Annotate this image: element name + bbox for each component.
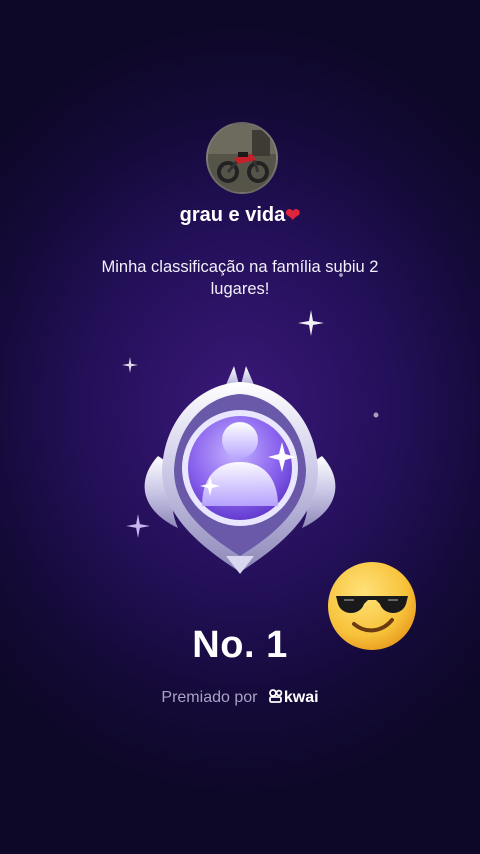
rank-up-message: Minha classificação na família subiu 2 l… — [101, 258, 379, 298]
sparkle-icon — [298, 310, 324, 336]
rank-number: No. 1 — [192, 624, 288, 666]
avatar[interactable] — [206, 122, 278, 194]
kwai-brand-text: kwai — [283, 689, 319, 706]
username-text: grau e vida — [179, 204, 286, 226]
username: grau e vida❤ — [0, 204, 480, 227]
awarded-by: Premiado por kwai — [0, 689, 480, 707]
ranking-badge-icon — [144, 366, 336, 574]
awarded-by-label: Premiado por — [161, 689, 258, 706]
avatar-photo — [208, 124, 276, 192]
kwai-logo-icon: kwai — [268, 689, 319, 706]
sparkle-icon — [373, 412, 379, 418]
heart-icon: ❤ — [285, 205, 301, 225]
